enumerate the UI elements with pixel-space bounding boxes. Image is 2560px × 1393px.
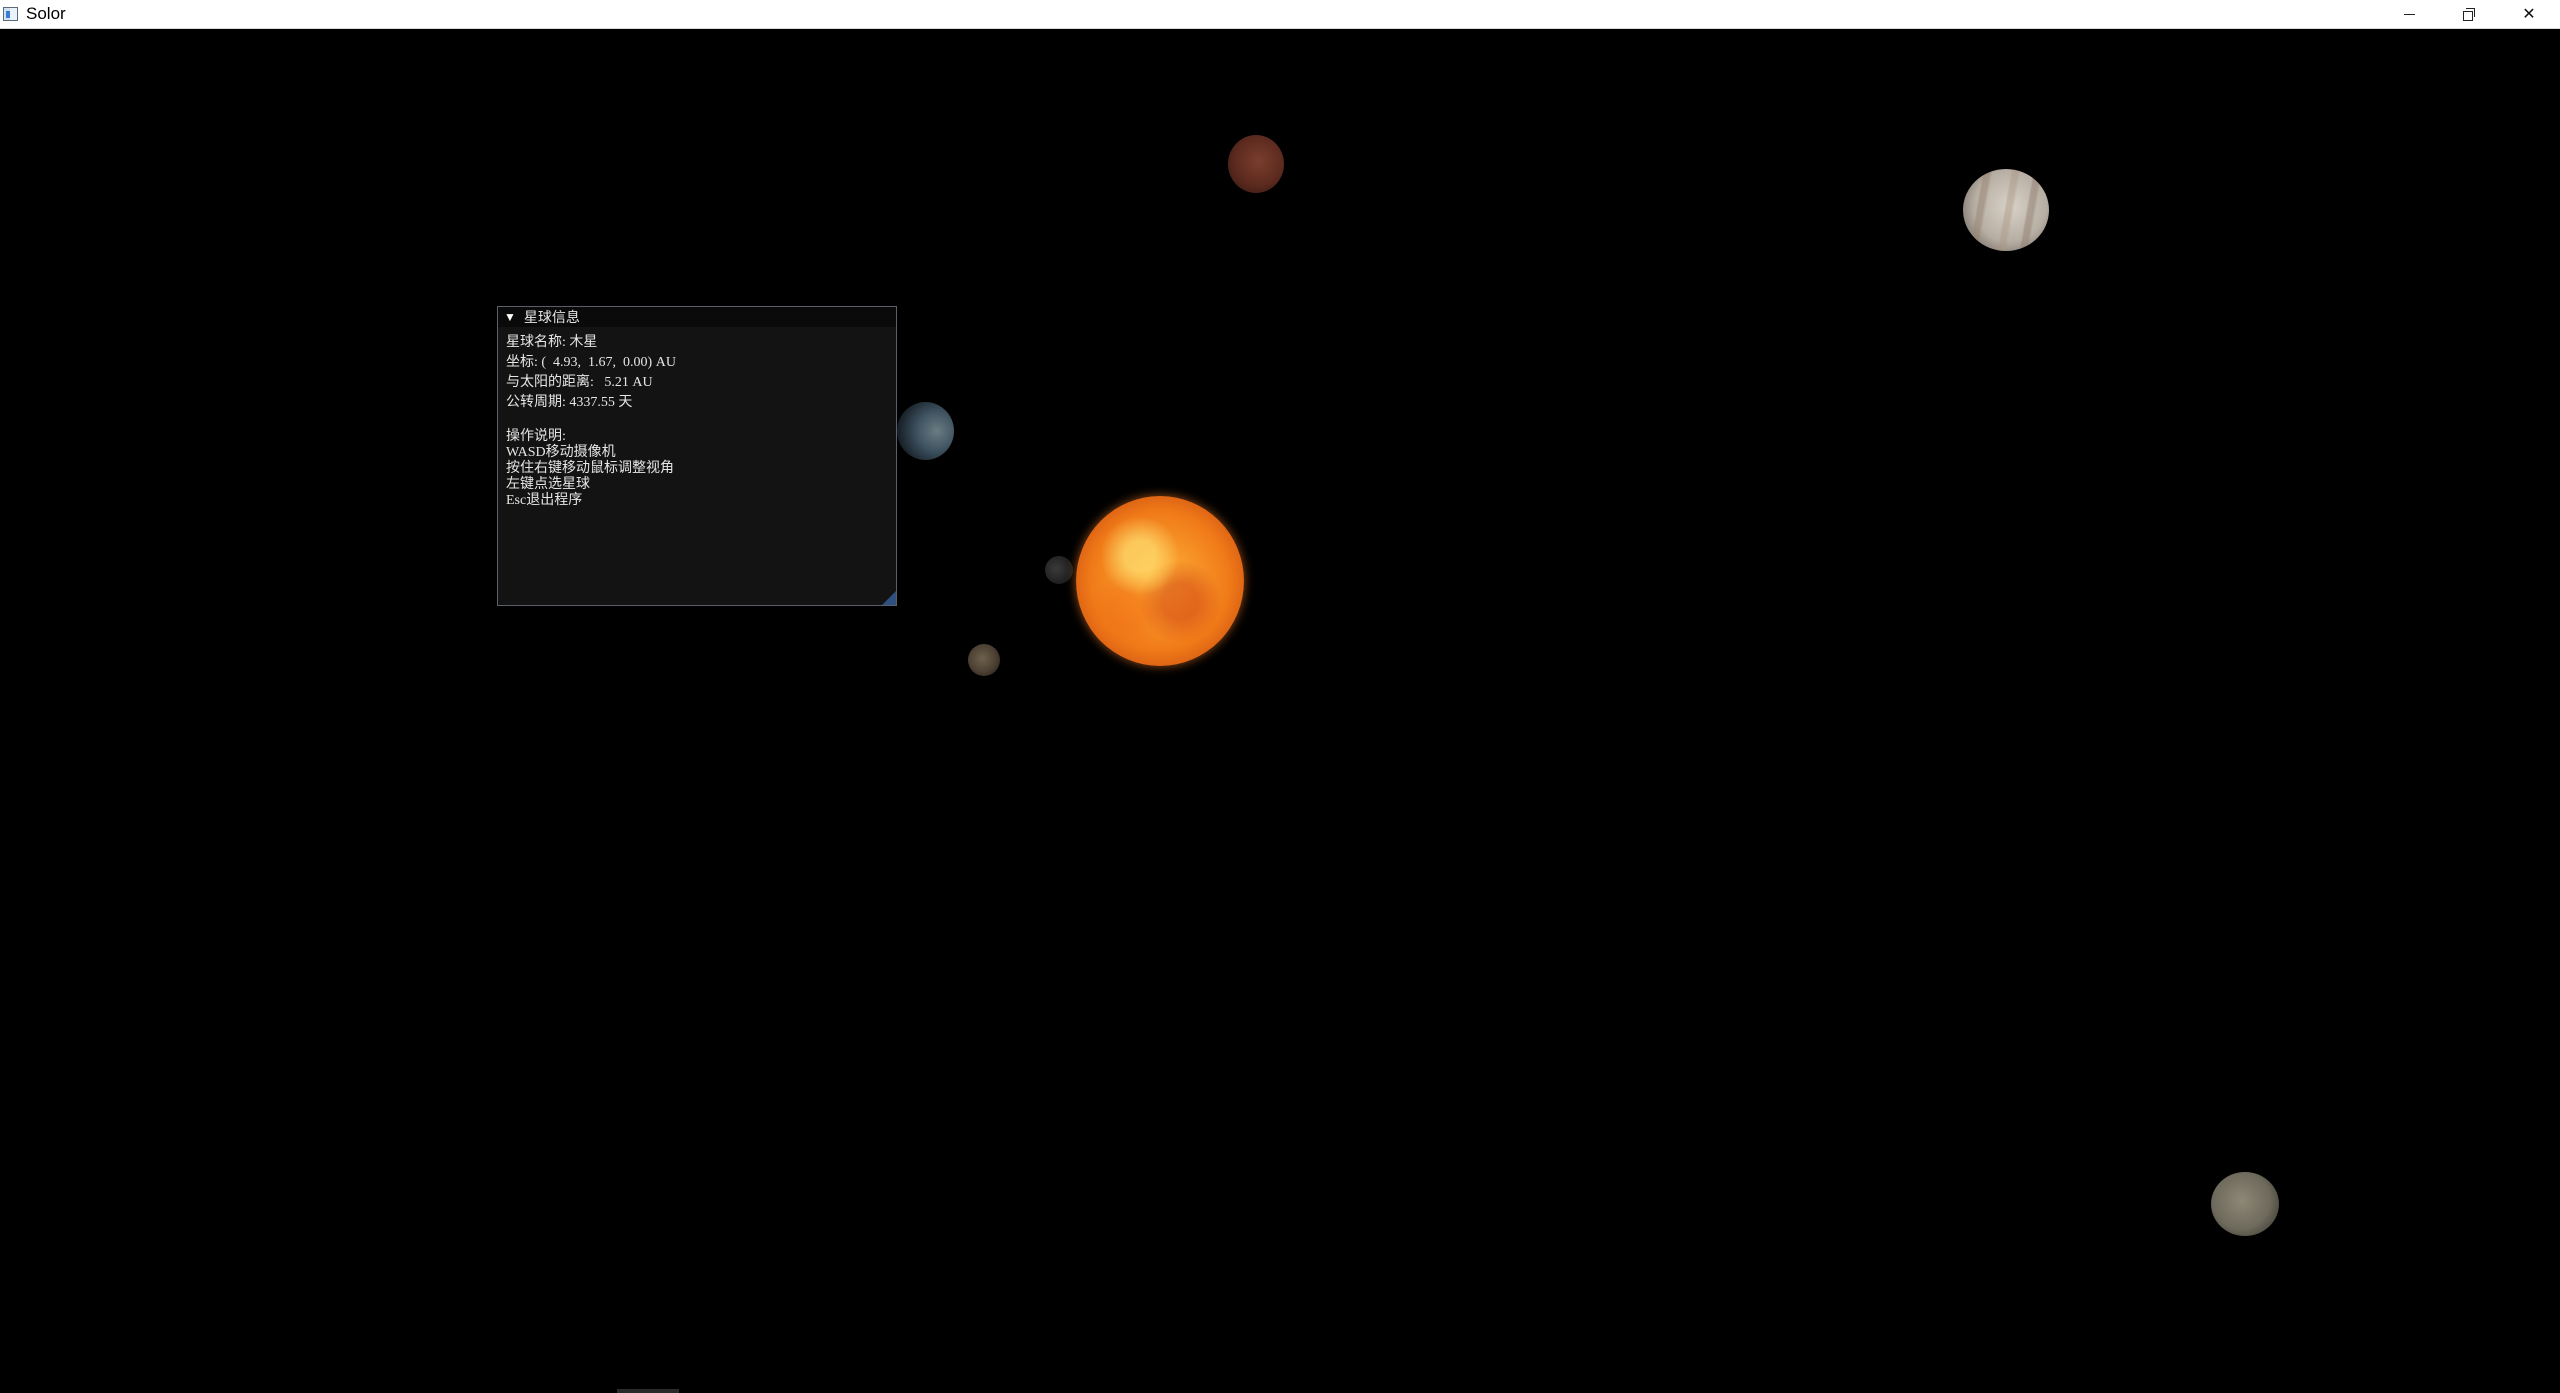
planet-period: 公转周期: 4337.55 天 xyxy=(506,395,633,410)
help-line: 按住右键移动鼠标调整视角 xyxy=(506,461,674,476)
minimize-button[interactable] xyxy=(2380,0,2438,28)
planet-earth[interactable] xyxy=(897,402,954,460)
collapse-arrow-icon[interactable]: ▼ xyxy=(504,310,516,325)
planet-info-window[interactable]: ▼ 星球信息 星球名称: 木星 坐标: ( 4.93, 1.67, 0.00) … xyxy=(497,306,897,606)
close-icon: ✕ xyxy=(2522,6,2536,23)
planet-coordinates: 坐标: ( 4.93, 1.67, 0.00) AU xyxy=(506,355,676,370)
window-title: Solor xyxy=(26,4,66,23)
planet-name: 星球名称: 木星 xyxy=(506,335,598,350)
scroll-indicator xyxy=(617,1389,679,1393)
info-window-body: 星球名称: 木星 坐标: ( 4.93, 1.67, 0.00) AU 与太阳的… xyxy=(498,327,896,515)
planet-mars[interactable] xyxy=(1228,135,1284,193)
solar-system-viewport[interactable]: ▼ 星球信息 星球名称: 木星 坐标: ( 4.93, 1.67, 0.00) … xyxy=(0,29,2560,1393)
info-window-header[interactable]: ▼ 星球信息 xyxy=(498,307,896,327)
help-line: 左键点选星球 xyxy=(506,477,590,492)
planet-mercury[interactable] xyxy=(1045,556,1073,584)
info-window-title: 星球信息 xyxy=(523,311,580,326)
help-section: 操作说明: WASD移动摄像机 按住右键移动鼠标调整视角 左键点选星球 Esc退… xyxy=(506,429,888,509)
title-bar[interactable]: Solor ✕ xyxy=(0,0,2560,29)
resize-grip[interactable] xyxy=(882,591,896,605)
help-title: 操作说明: xyxy=(506,429,566,444)
restore-icon xyxy=(2463,8,2475,21)
planet-jupiter[interactable] xyxy=(1963,169,2049,251)
planet-saturn[interactable] xyxy=(2211,1172,2279,1236)
app-icon xyxy=(3,7,18,21)
sun[interactable] xyxy=(1076,496,1244,666)
close-button[interactable]: ✕ xyxy=(2500,0,2558,28)
planet-venus[interactable] xyxy=(968,644,1000,676)
help-line: Esc退出程序 xyxy=(506,493,583,508)
planet-distance: 与太阳的距离: 5.21 AU xyxy=(506,375,653,390)
restore-button[interactable] xyxy=(2440,0,2498,28)
help-line: WASD移动摄像机 xyxy=(506,445,616,460)
minimize-icon xyxy=(2403,13,2415,15)
